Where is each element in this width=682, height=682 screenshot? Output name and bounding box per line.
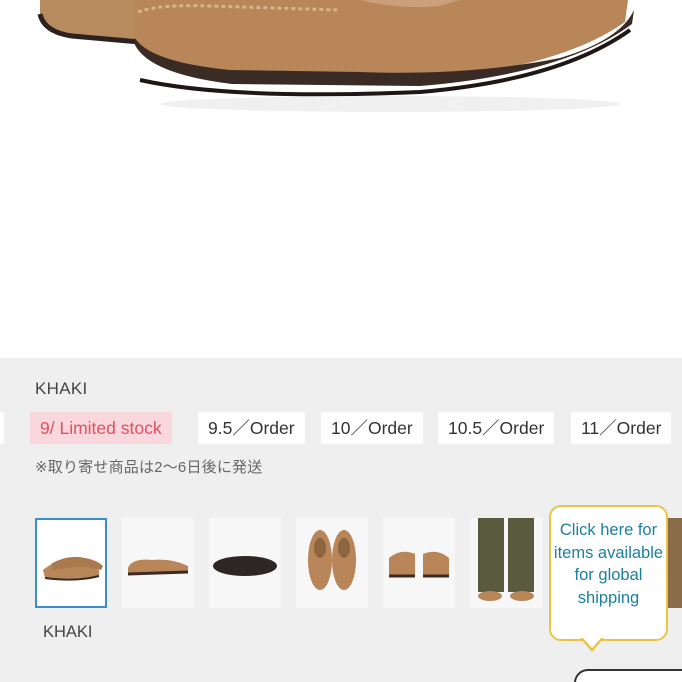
suede-shoe-image bbox=[37, 0, 634, 112]
global-shipping-link[interactable]: Click here for items available for globa… bbox=[549, 505, 668, 641]
shoe-back-thumb-icon bbox=[389, 551, 449, 578]
floating-button[interactable] bbox=[574, 669, 682, 682]
thumbnail-top-view[interactable] bbox=[296, 518, 368, 608]
product-options-panel: KHAKI er 9/ Limited stock 9.5／Order 10／O… bbox=[0, 358, 682, 682]
color-name-label: KHAKI bbox=[35, 379, 88, 398]
product-main-image bbox=[0, 0, 682, 358]
thumbnail-khaki-pair[interactable] bbox=[35, 518, 107, 608]
shoe-sole-thumb-icon bbox=[213, 556, 277, 576]
shoe-pair-angle-thumb-icon bbox=[43, 556, 103, 581]
shoe-top-pair-thumb-icon bbox=[308, 530, 356, 590]
thumbnail-side-view[interactable] bbox=[122, 518, 194, 608]
shoe-side-thumb-icon bbox=[127, 559, 189, 576]
thumbnail-model-view[interactable] bbox=[470, 518, 542, 608]
shipping-note: ※取り寄せ商品は2〜6日後に発送 bbox=[35, 459, 263, 476]
thumbnail-caption: KHAKI bbox=[43, 623, 93, 641]
size-option-10-5[interactable]: 10.5／Order bbox=[438, 412, 555, 444]
model-legs-thumb-icon bbox=[478, 518, 534, 601]
thumbnail-sole-view[interactable] bbox=[209, 518, 281, 608]
size-option-11[interactable]: 11／Order bbox=[571, 412, 672, 444]
size-option-partial[interactable]: er bbox=[0, 412, 4, 444]
size-option-10[interactable]: 10／Order bbox=[321, 412, 423, 444]
size-option-9-limited[interactable]: 9/ Limited stock bbox=[30, 412, 172, 444]
thumbnail-partial[interactable] bbox=[668, 518, 682, 608]
size-option-9-5[interactable]: 9.5／Order bbox=[198, 412, 305, 444]
thumbnail-back-view[interactable] bbox=[383, 518, 455, 608]
